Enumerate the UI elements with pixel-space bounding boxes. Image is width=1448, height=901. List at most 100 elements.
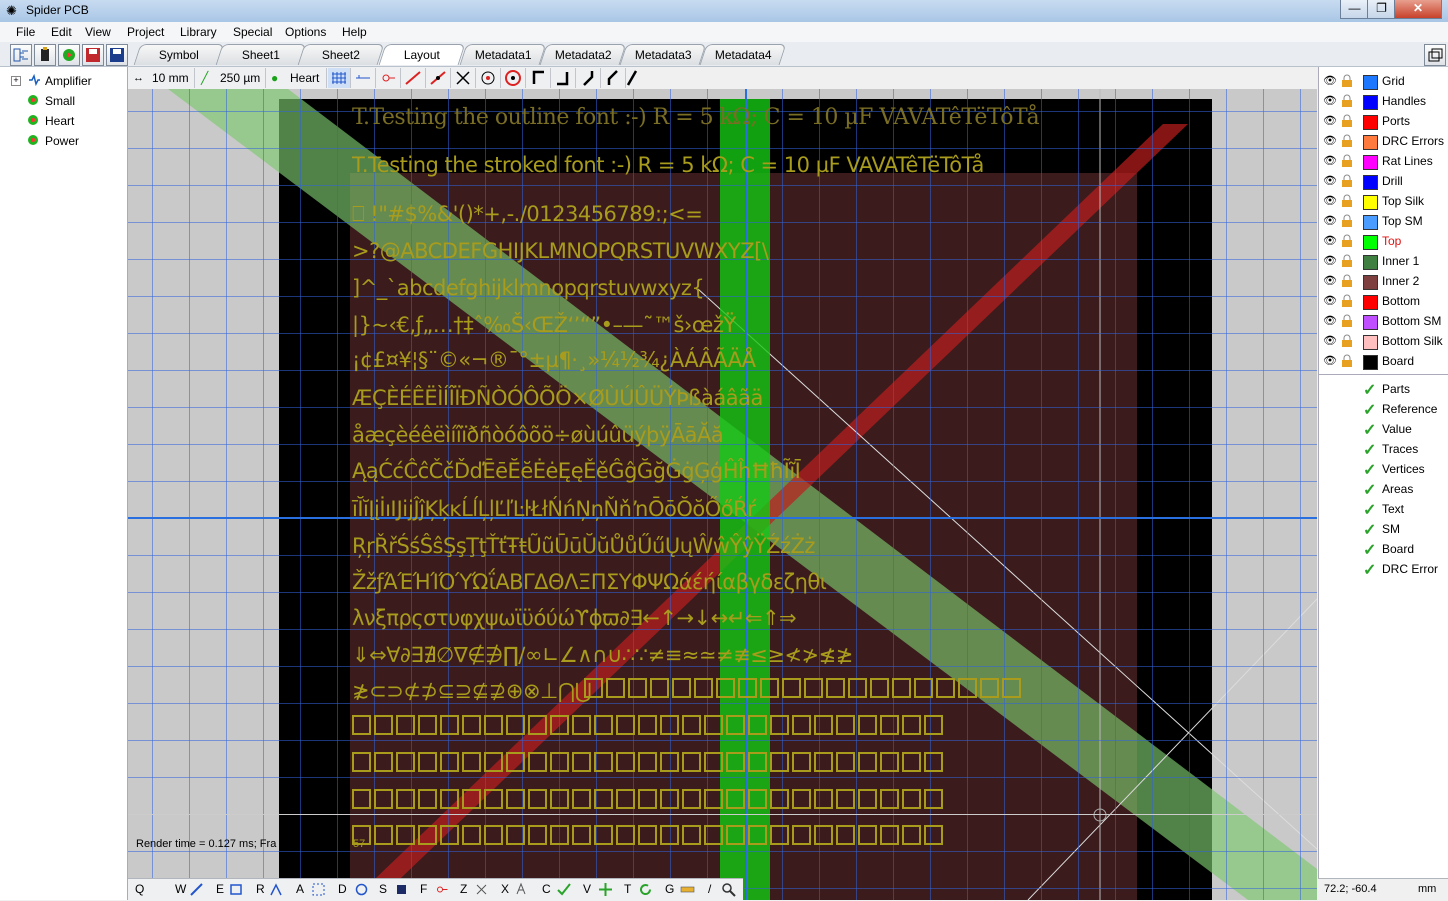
check-icon[interactable]: ✓ — [1363, 560, 1376, 580]
tab-metadata1[interactable]: Metadata1 — [459, 44, 547, 65]
eye-icon[interactable]: 👁 — [1323, 175, 1337, 187]
eye-icon[interactable]: 👁 — [1323, 275, 1337, 287]
layer-inner-1[interactable]: 👁 Inner 1 — [1319, 251, 1448, 271]
corner-bottom-right-icon[interactable] — [551, 68, 576, 88]
menu-library[interactable]: Library — [180, 25, 217, 39]
check-icon[interactable]: ✓ — [1363, 400, 1376, 420]
save-all-icon[interactable] — [106, 44, 128, 66]
layer-board[interactable]: 👁 Board — [1319, 351, 1448, 371]
check-icon[interactable]: ✓ — [1363, 380, 1376, 400]
key-c[interactable]: C — [542, 882, 551, 896]
check-icon[interactable] — [556, 882, 571, 897]
layer-bottom-sm[interactable]: 👁 Bottom SM — [1319, 311, 1448, 331]
key-f[interactable]: F — [420, 882, 427, 896]
tab-layout[interactable]: Layout — [378, 44, 466, 65]
key-v[interactable]: V — [583, 882, 591, 896]
visibility-traces[interactable]: ✓ Traces — [1319, 439, 1448, 459]
lock-icon[interactable] — [1341, 114, 1353, 127]
glyph-line[interactable]: |}~‹€‚ƒ„…†‡ˆ‰Š‹ŒŽ‘’“”•–—˜™š›œžŸ — [352, 313, 736, 337]
run-icon[interactable] — [58, 44, 80, 66]
tab-metadata2[interactable]: Metadata2 — [539, 44, 627, 65]
tab-symbol[interactable]: Symbol — [133, 44, 225, 65]
visibility-reference[interactable]: ✓ Reference — [1319, 399, 1448, 419]
key-q[interactable]: Q — [135, 882, 144, 896]
glyph-line[interactable]: ĄąĆćĈĉČčĎďĒēĔĕĖėĘęĚěĜĝĞğĠġĢģĤĥĦħĨĩĪ — [352, 459, 801, 483]
menu-edit[interactable]: Edit — [51, 25, 72, 39]
select-icon[interactable] — [394, 882, 409, 897]
lock-icon[interactable] — [1341, 94, 1353, 107]
eye-icon[interactable]: 👁 — [1323, 255, 1337, 267]
layer-bottom[interactable]: 👁 Bottom — [1319, 291, 1448, 311]
lock-icon[interactable] — [1341, 174, 1353, 187]
component-icon[interactable] — [34, 44, 56, 66]
key-a[interactable]: A — [296, 882, 304, 896]
ruler-icon[interactable] — [351, 68, 376, 88]
check-icon[interactable]: ✓ — [1363, 500, 1376, 520]
tab-metadata3[interactable]: Metadata3 — [619, 44, 707, 65]
glyph-line[interactable]: ¡¢£¤¥¦§¨©«¬®¯°±µ¶·¸»¼½¾¿ÀÁÂÃÄÅ — [352, 348, 756, 372]
wire-icon[interactable] — [189, 882, 204, 897]
tree-item-power[interactable]: Power — [0, 131, 127, 151]
visibility-text[interactable]: ✓ Text — [1319, 499, 1448, 519]
tree-item-heart[interactable]: Heart — [0, 111, 127, 131]
stroked-font-text[interactable]: T.Testing the stroked font :-) R = 5 kΩ;… — [352, 153, 984, 177]
check-icon[interactable]: ✓ — [1363, 540, 1376, 560]
menu-help[interactable]: Help — [342, 25, 367, 39]
lock-icon[interactable] — [1341, 274, 1353, 287]
layer-drc-errors[interactable]: 👁 DRC Errors — [1319, 131, 1448, 151]
menu-options[interactable]: Options — [285, 25, 326, 39]
layer-handles[interactable]: 👁 Handles — [1319, 91, 1448, 111]
search-icon[interactable] — [721, 882, 736, 897]
eye-icon[interactable]: 👁 — [1323, 215, 1337, 227]
key-g[interactable]: G — [665, 882, 674, 896]
eye-icon[interactable]: 👁 — [1323, 315, 1337, 327]
lock-icon[interactable] — [1341, 234, 1353, 247]
key-w[interactable]: W — [175, 882, 186, 896]
check-icon[interactable]: ✓ — [1363, 480, 1376, 500]
eye-icon[interactable]: 👁 — [1323, 135, 1337, 147]
drill-icon[interactable] — [354, 882, 369, 897]
glyph-line[interactable]: ⇓⇔∀∂∃∄∅∇∉∌∏∕∞∟∠∧∩∪∴∵≠≡≈≃≠≢≤≥≮≯≰≱ — [352, 643, 853, 667]
layer-rat-lines[interactable]: 👁 Rat Lines — [1319, 151, 1448, 171]
glyph-line[interactable]: åæçèéêëìíîïðñòóôõö÷øùúûüýþÿĀāĂă — [352, 423, 724, 447]
edit-icon[interactable] — [229, 882, 244, 897]
key-e[interactable]: E — [216, 882, 224, 896]
lock-icon[interactable] — [1341, 154, 1353, 167]
key-s[interactable]: S — [379, 882, 387, 896]
via-icon[interactable] — [476, 68, 501, 88]
tab-sheet2[interactable]: Sheet2 — [297, 44, 385, 65]
grid-toggle-icon[interactable] — [328, 68, 351, 88]
move-icon[interactable] — [598, 882, 613, 897]
lock-icon[interactable] — [1341, 254, 1353, 267]
rotate-icon[interactable] — [638, 882, 653, 897]
visibility-sm[interactable]: ✓ SM — [1319, 519, 1448, 539]
pad-icon[interactable] — [501, 68, 526, 88]
check-icon[interactable]: ✓ — [1363, 460, 1376, 480]
eye-icon[interactable]: 👁 — [1323, 355, 1337, 367]
glyph-line[interactable]: λνξπρςστυφχψωϊϋόύώϒϕϖ∂∃←↑→↓↔↵⇐⇑⇒ — [352, 606, 797, 630]
eye-icon[interactable]: 👁 — [1323, 195, 1337, 207]
check-icon[interactable]: ✓ — [1363, 520, 1376, 540]
glyph-line[interactable]: ŖŗŘřŚśŜŝŞşŢţŤťŦŧŨũŪūŬŭŮůŰűŲųŴŵŶŷŸŹźŻż — [352, 534, 815, 558]
visibility-value[interactable]: ✓ Value — [1319, 419, 1448, 439]
port-icon[interactable] — [434, 882, 449, 897]
check-icon[interactable]: ✓ — [1363, 440, 1376, 460]
glyph-line[interactable]: ⎕ !"#$%&'()*+,-./0123456789:;<= — [352, 202, 703, 227]
menu-file[interactable]: File — [16, 25, 35, 39]
eye-icon[interactable]: 👁 — [1323, 335, 1337, 347]
key-slash[interactable]: / — [708, 882, 711, 896]
layer-top-sm[interactable]: 👁 Top SM — [1319, 211, 1448, 231]
bend-right-icon[interactable] — [576, 68, 601, 88]
maximize-button[interactable]: ❐ — [1367, 0, 1396, 19]
outline-font-text[interactable]: T.Testing the outline font :-) R = 5 kΩ;… — [352, 105, 1040, 130]
schematic-icon[interactable] — [10, 44, 32, 66]
text-icon[interactable] — [514, 882, 529, 897]
measure-icon[interactable] — [680, 882, 695, 897]
eye-icon[interactable]: 👁 — [1323, 115, 1337, 127]
layer-drill[interactable]: 👁 Drill — [1319, 171, 1448, 191]
visibility-areas[interactable]: ✓ Areas — [1319, 479, 1448, 499]
eye-icon[interactable]: 👁 — [1323, 75, 1337, 87]
tree-item-small[interactable]: Small — [0, 91, 127, 111]
lock-icon[interactable] — [1341, 194, 1353, 207]
check-icon[interactable]: ✓ — [1363, 420, 1376, 440]
